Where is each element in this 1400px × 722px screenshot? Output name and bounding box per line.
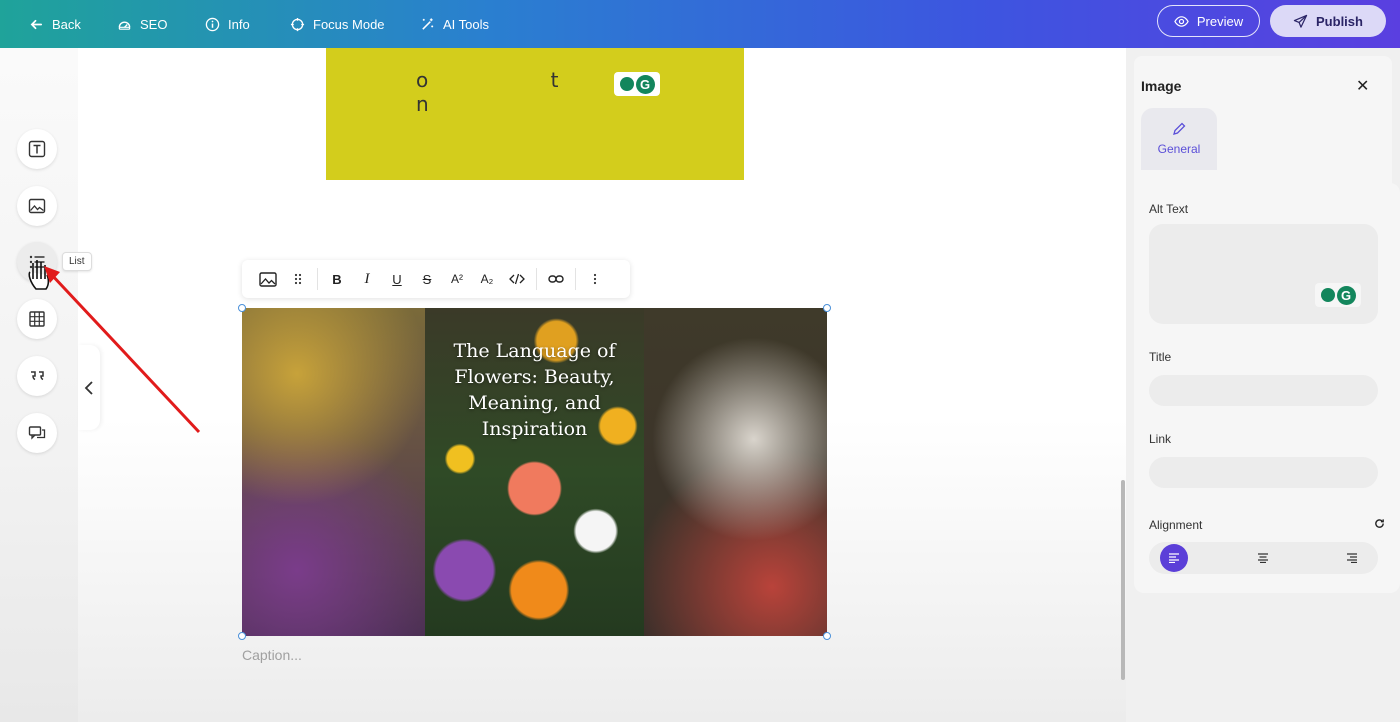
grammarly-badge[interactable]: G: [1315, 283, 1361, 307]
image-settings-panel: Image ✕ General Alt Text G Title Link Al…: [1126, 48, 1400, 722]
code-icon: [509, 273, 525, 285]
insert-comment-button[interactable]: [17, 413, 57, 453]
underline-button[interactable]: U: [382, 264, 412, 294]
image-blur-left: [242, 308, 425, 636]
link-input[interactable]: [1149, 457, 1378, 488]
bold-button[interactable]: B: [322, 264, 352, 294]
insert-image-button[interactable]: [17, 186, 57, 226]
insert-list-button[interactable]: [17, 242, 57, 282]
align-left-button[interactable]: [1160, 544, 1188, 572]
gauge-icon: [118, 21, 131, 30]
drag-handle-button[interactable]: [283, 264, 313, 294]
close-icon[interactable]: ✕: [1356, 76, 1369, 96]
chevron-left-icon: [84, 380, 93, 395]
alt-text-label: Alt Text: [1149, 202, 1189, 216]
comment-icon: [28, 426, 46, 440]
image-icon: [259, 271, 277, 287]
resize-handle-bottom-right[interactable]: [823, 632, 831, 640]
subscript-button[interactable]: A₂: [472, 264, 502, 294]
grammarly-icon: G: [1336, 285, 1356, 305]
toolbar-divider: [536, 268, 537, 290]
panel-title: Image: [1141, 78, 1182, 94]
preview-label: Preview: [1196, 13, 1244, 29]
resize-handle-bottom-left[interactable]: [238, 632, 246, 640]
link-icon: [548, 275, 564, 283]
grammarly-icon: G: [635, 74, 655, 94]
canvas-scrollbar[interactable]: [1121, 480, 1125, 680]
link-button[interactable]: [541, 264, 571, 294]
grammarly-badge[interactable]: G: [614, 72, 660, 96]
lightbulb-icon: [619, 77, 634, 91]
info-label: Info: [228, 16, 250, 32]
pencil-icon: [1173, 122, 1186, 135]
flower-cover-image: The Language of Flowers: Beauty, Meaning…: [425, 308, 644, 636]
eye-icon: [1174, 15, 1189, 27]
title-label: Title: [1149, 350, 1172, 364]
kebab-menu-icon: [593, 273, 597, 285]
toolbar-divider: [575, 268, 576, 290]
align-right-button[interactable]: [1338, 544, 1366, 572]
ai-tools-label: AI Tools: [443, 16, 490, 32]
collapse-sidebar-button[interactable]: [78, 345, 100, 430]
title-input[interactable]: [1149, 375, 1378, 406]
insert-text-button[interactable]: [17, 129, 57, 169]
align-center-icon: [1258, 553, 1268, 563]
publish-button[interactable]: Publish: [1270, 5, 1386, 37]
selected-image[interactable]: The Language of Flowers: Beauty, Meaning…: [242, 308, 827, 636]
align-left-icon: [1169, 553, 1179, 563]
list-icon: [29, 255, 45, 269]
lightbulb-icon: [1320, 288, 1335, 302]
focus-mode-label: Focus Mode: [313, 16, 385, 32]
tab-general[interactable]: General: [1141, 108, 1217, 170]
toolbar-divider: [317, 268, 318, 290]
send-icon: [1293, 14, 1308, 28]
ai-tools-button[interactable]: AI Tools: [420, 0, 489, 48]
table-icon: [29, 311, 45, 327]
yellow-text-block[interactable]: o t n G: [326, 48, 744, 180]
resize-handle-top-left[interactable]: [238, 304, 246, 312]
preview-button[interactable]: Preview: [1157, 5, 1260, 37]
cover-title-text: The Language of Flowers: Beauty, Meaning…: [453, 340, 616, 440]
image-blur-right: [644, 308, 827, 636]
image-toolbar: B I U S A² A₂: [242, 260, 630, 298]
seo-label: SEO: [140, 16, 168, 32]
insert-table-button[interactable]: [17, 299, 57, 339]
code-button[interactable]: [502, 264, 532, 294]
caption-input[interactable]: Caption...: [242, 647, 302, 663]
align-right-icon: [1347, 553, 1357, 563]
arrow-left-icon: [30, 19, 43, 29]
quote-icon: [31, 371, 44, 381]
panel-body: Alt Text G Title Link Alignment: [1134, 183, 1400, 593]
info-icon: [205, 17, 220, 31]
image-icon: [28, 198, 46, 214]
seo-button[interactable]: SEO: [117, 0, 167, 48]
alt-text-input[interactable]: G: [1149, 224, 1378, 324]
top-bar: Back SEO Info Focus Mode AI Tools Previe…: [0, 0, 1400, 48]
list-tooltip: List: [62, 252, 92, 271]
tab-general-label: General: [1157, 142, 1201, 156]
link-label: Link: [1149, 432, 1172, 446]
focus-mode-button[interactable]: Focus Mode: [290, 0, 385, 48]
text-icon: [28, 140, 46, 158]
yellow-block-text: o t n: [416, 68, 617, 116]
magic-wand-icon: [422, 17, 434, 30]
italic-button[interactable]: I: [352, 264, 382, 294]
crosshair-icon: [290, 17, 305, 31]
back-label: Back: [52, 16, 81, 32]
resize-handle-top-right[interactable]: [823, 304, 831, 312]
back-button[interactable]: Back: [29, 0, 81, 48]
drag-dots-icon: [294, 273, 302, 285]
superscript-button[interactable]: A²: [442, 264, 472, 294]
alignment-selector: [1149, 542, 1378, 574]
publish-label: Publish: [1316, 13, 1363, 29]
reset-alignment-icon[interactable]: [1374, 517, 1385, 532]
image-options-button[interactable]: [253, 264, 283, 294]
strikethrough-button[interactable]: S: [412, 264, 442, 294]
more-options-button[interactable]: [580, 264, 610, 294]
align-center-button[interactable]: [1249, 544, 1277, 572]
info-button[interactable]: Info: [205, 0, 250, 48]
alignment-label: Alignment: [1149, 518, 1203, 532]
insert-quote-button[interactable]: [17, 356, 57, 396]
